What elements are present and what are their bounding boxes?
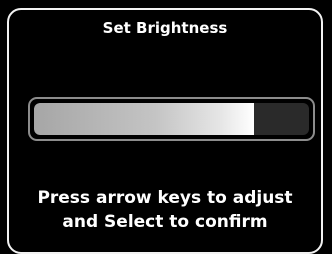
slider-fill <box>34 103 254 135</box>
instructions-line-1: Press arrow keys to adjust <box>37 188 293 208</box>
slider-track <box>34 103 309 135</box>
brightness-slider[interactable] <box>28 97 315 141</box>
instructions-line-2: and Select to confirm <box>62 212 268 232</box>
dialog-title: Set Brightness <box>102 19 228 37</box>
brightness-dialog: Set Brightness Press arrow keys to adjus… <box>7 8 323 254</box>
instructions-text: Press arrow keys to adjust and Select to… <box>9 186 321 234</box>
